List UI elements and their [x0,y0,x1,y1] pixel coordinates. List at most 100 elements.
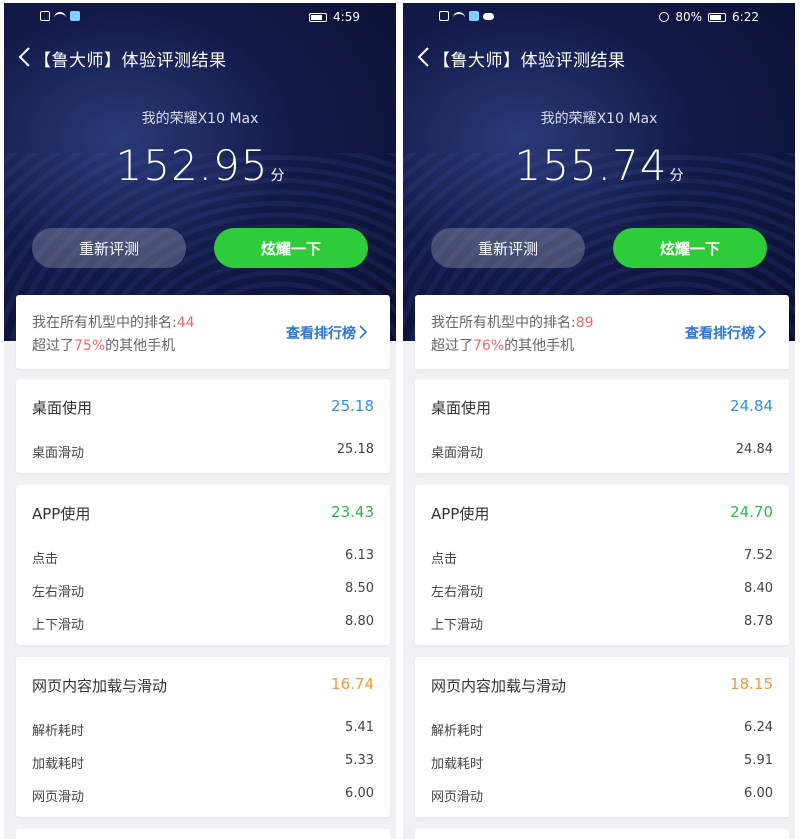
section-header: APP使用 23.43 [32,485,374,539]
status-icons-left [40,11,80,21]
ranking-position-text: 我在所有机型中的排名:89 [431,312,594,332]
section-app: APP使用 24.70 点击 7.52 左右滑动 8.40 上下滑动 8.78 [415,485,789,645]
notification-app-icon [469,11,479,21]
metric-row: 加载耗时 5.33 [32,753,374,773]
metric-row: 桌面滑动 25.18 [32,442,374,462]
metric-label: 上下滑动 [431,618,484,633]
metric-value: 5.41 [345,720,374,735]
section-score: 18.15 [730,675,773,693]
section-web: 网页内容加载与滑动 16.74 解析耗时 5.41 加载耗时 5.33 网页滑动… [16,657,390,817]
view-leaderboard-link[interactable]: 查看排行榜 [685,323,755,343]
metric-label: 解析耗时 [431,724,484,739]
metric-row: 解析耗时 6.24 [431,720,773,740]
section-title: APP使用 [32,505,91,523]
metric-label: 上下滑动 [32,618,85,633]
metric-value: 8.78 [744,614,773,629]
section-title: APP使用 [431,505,490,523]
section-desktop: 桌面使用 24.84 桌面滑动 24.84 [415,379,789,473]
metric-label: 桌面滑动 [32,446,85,461]
section-header: APP使用 24.70 [431,485,773,539]
metric-row: 左右滑动 8.40 [431,581,773,601]
metric-value: 6.13 [345,548,374,563]
beat-suffix: 的其他手机 [504,338,575,354]
section-title: 网页内容加载与滑动 [32,677,168,695]
retest-button[interactable]: 重新评测 [32,228,186,268]
section-header: 桌面使用 25.18 [32,379,374,433]
next-card-edge [415,829,789,839]
metric-value: 5.91 [744,753,773,768]
metric-label: 点击 [32,552,59,567]
metric-row: 点击 6.13 [32,548,374,568]
ranking-prefix: 我在所有机型中的排名: [431,315,576,331]
ranking-beat-text: 超过了76%的其他手机 [431,335,574,355]
metric-label: 加载耗时 [431,757,484,772]
section-title: 桌面使用 [431,399,492,417]
beat-prefix: 超过了 [431,338,473,354]
sim-icon [439,11,449,21]
metric-row: 网页滑动 6.00 [431,786,773,806]
battery-percent: 80% [675,10,703,24]
metric-value: 7.52 [744,548,773,563]
battery-icon [309,12,328,22]
metric-value: 6.00 [345,786,374,801]
section-title: 桌面使用 [32,399,93,417]
section-header: 桌面使用 24.84 [431,379,773,433]
status-time: 6:22 [732,10,759,24]
ranking-prefix: 我在所有机型中的排名: [32,315,177,331]
status-bar: 4:59 [4,3,396,33]
metric-label: 解析耗时 [32,724,85,739]
screen-left: 4:59 【鲁大师】体验评测结果 我的荣耀X10 Max 152.95 分 重新评… [4,3,396,839]
metric-row: 桌面滑动 24.84 [431,442,773,462]
chevron-right-icon[interactable] [755,325,769,339]
ranking-card: 我在所有机型中的排名:89 超过了76%的其他手机 查看排行榜 [415,295,789,369]
total-score-value: 152.95 [115,141,269,190]
total-score-unit: 分 [669,168,684,184]
ranking-position: 89 [575,315,594,331]
section-title: 网页内容加载与滑动 [431,677,567,695]
metric-row: 解析耗时 5.41 [32,720,374,740]
metric-label: 网页滑动 [32,790,85,805]
status-icons-right: 4:59 [309,10,360,24]
section-score: 25.18 [331,397,374,415]
show-off-button[interactable]: 炫耀一下 [613,228,767,268]
metric-row: 点击 7.52 [431,548,773,568]
status-icons-right: 80% 6:22 [659,10,759,24]
total-score-unit: 分 [270,168,285,184]
chevron-right-icon[interactable] [356,325,370,339]
status-time: 4:59 [333,10,360,24]
section-score: 23.43 [331,503,374,521]
ranking-position-text: 我在所有机型中的排名:44 [32,312,195,332]
metric-row: 上下滑动 8.78 [431,614,773,634]
section-score: 24.84 [730,397,773,415]
ranking-card: 我在所有机型中的排名:44 超过了75%的其他手机 查看排行榜 [16,295,390,369]
section-header: 网页内容加载与滑动 18.15 [431,657,773,711]
metric-value: 25.18 [336,442,374,457]
beat-suffix: 的其他手机 [105,338,176,354]
device-name: 我的荣耀X10 Max [141,111,259,127]
metric-label: 加载耗时 [32,757,85,772]
retest-button[interactable]: 重新评测 [431,228,585,268]
section-desktop: 桌面使用 25.18 桌面滑动 25.18 [16,379,390,473]
metric-label: 左右滑动 [32,585,85,600]
metric-row: 左右滑动 8.50 [32,581,374,601]
view-leaderboard-link[interactable]: 查看排行榜 [286,323,356,343]
wifi-icon [54,12,66,20]
show-off-button[interactable]: 炫耀一下 [214,228,368,268]
speed-gauge-icon [659,12,670,22]
metric-label: 点击 [431,552,458,567]
next-card-edge [16,829,390,839]
metric-label: 桌面滑动 [431,446,484,461]
metric-value: 6.00 [744,786,773,801]
page-title: 【鲁大师】体验评测结果 [433,51,626,71]
status-bar: 80% 6:22 [403,3,795,33]
ranking-beat-text: 超过了75%的其他手机 [32,335,175,355]
screen-right: 80% 6:22 【鲁大师】体验评测结果 我的荣耀X10 Max 155.74 分… [403,3,795,839]
beat-prefix: 超过了 [32,338,74,354]
metric-value: 8.40 [744,581,773,596]
section-app: APP使用 23.43 点击 6.13 左右滑动 8.50 上下滑动 8.80 [16,485,390,645]
metric-value: 24.84 [735,442,773,457]
sim-icon [40,11,50,21]
section-header: 网页内容加载与滑动 16.74 [32,657,374,711]
total-score: 152.95 分 [4,141,396,190]
notification-app-icon [70,11,80,21]
